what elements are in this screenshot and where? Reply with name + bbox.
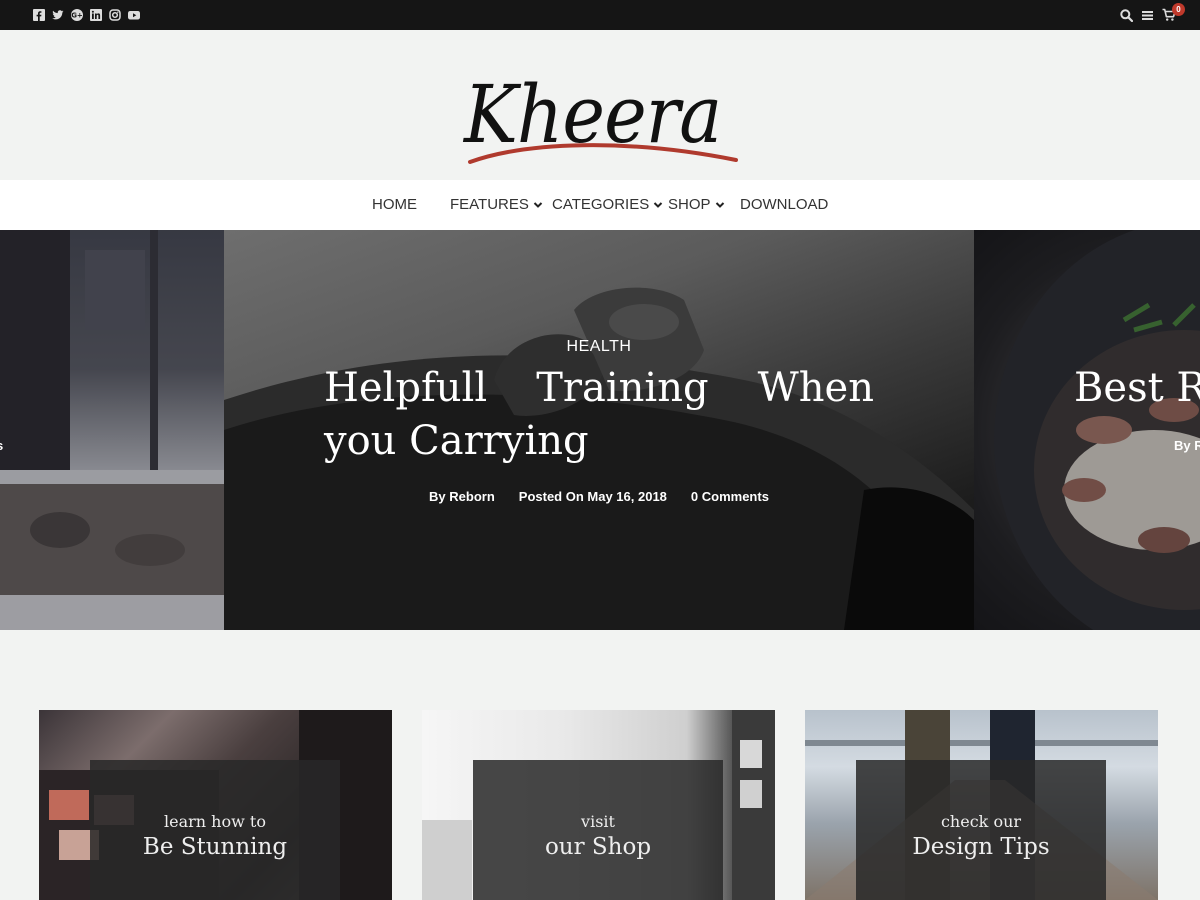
promo-card-design[interactable]: check our Design Tips <box>805 710 1158 900</box>
post-comments[interactable]: 0 Comments <box>691 489 769 504</box>
cart-count-badge: 0 <box>1172 3 1185 16</box>
facebook-icon[interactable] <box>33 9 45 21</box>
promo-card-title: our Shop <box>544 834 652 860</box>
nav-item-label: SHOP <box>668 196 711 213</box>
svg-text:G+: G+ <box>71 12 83 20</box>
slide-overlay <box>0 230 224 630</box>
promo-card-subtitle: check our <box>940 812 1022 831</box>
cart-button[interactable]: 0 <box>1162 3 1185 22</box>
youtube-icon[interactable] <box>128 9 140 21</box>
slide-previous-meta: s <box>0 438 3 453</box>
chevron-down-icon <box>715 201 724 208</box>
instagram-icon[interactable] <box>109 9 121 21</box>
nav-item-label: CATEGORIES <box>552 196 650 213</box>
post-author[interactable]: By Reborn <box>429 489 495 504</box>
slide-previous[interactable]: s <box>0 230 224 630</box>
search-icon[interactable] <box>1120 8 1133 22</box>
nav-item-download[interactable]: DOWNLOAD <box>740 196 828 213</box>
menu-icon[interactable] <box>1141 9 1154 22</box>
nav-item-label: DOWNLOAD <box>740 196 829 213</box>
nav-item-label: HOME <box>372 196 417 213</box>
main-navigation: HOME FEATURES CATEGORIES SHOP DOWNLOAD <box>0 180 1200 230</box>
nav-item-label: FEATURES <box>450 196 529 213</box>
slide-category[interactable]: HEALTH <box>224 338 974 356</box>
promo-card-stunning[interactable]: learn how to Be Stunning <box>39 710 392 900</box>
promo-card-box: learn how to Be Stunning <box>90 760 340 900</box>
chevron-down-icon <box>654 201 663 208</box>
header-tools: 0 <box>1120 3 1185 22</box>
nav-item-home[interactable]: HOME <box>372 196 417 213</box>
nav-item-features[interactable]: FEATURES <box>450 196 543 213</box>
promo-card-subtitle: visit <box>581 812 615 831</box>
top-bar: G+ 0 <box>0 0 1200 30</box>
slide-current[interactable]: HEALTH Helpfull Training When you Carryi… <box>224 230 974 630</box>
promo-card-subtitle: learn how to <box>164 812 266 831</box>
featured-slider: s HEALTH Helpfull Training When you Carr… <box>0 230 1200 630</box>
promo-card-box: visit our Shop <box>473 760 723 900</box>
chevron-down-icon <box>533 201 543 208</box>
slide-title[interactable]: Helpfull Training When you Carrying <box>324 362 874 468</box>
social-links: G+ <box>33 9 140 21</box>
slide-overlay <box>974 230 1200 630</box>
logo-underline-swash <box>468 143 738 164</box>
slide-next-meta: By R <box>1174 438 1200 453</box>
google-plus-icon[interactable]: G+ <box>71 9 83 21</box>
linkedin-icon[interactable] <box>90 9 102 21</box>
slide-next[interactable]: Best Re By R <box>974 230 1200 630</box>
slide-meta: By Reborn Posted On May 16, 2018 0 Comme… <box>224 489 974 504</box>
promo-card-title: Design Tips <box>912 834 1050 860</box>
site-header: Kheera <box>0 30 1200 180</box>
post-date[interactable]: Posted On May 16, 2018 <box>519 489 667 504</box>
nav-item-shop[interactable]: SHOP <box>668 196 725 213</box>
twitter-icon[interactable] <box>52 9 64 21</box>
nav-item-categories[interactable]: CATEGORIES <box>552 196 663 213</box>
promo-card-title: Be Stunning <box>142 834 288 860</box>
promo-card-shop[interactable]: visit our Shop <box>422 710 775 900</box>
promo-card-box: check our Design Tips <box>856 760 1106 900</box>
slide-next-title[interactable]: Best Re <box>1074 362 1200 415</box>
